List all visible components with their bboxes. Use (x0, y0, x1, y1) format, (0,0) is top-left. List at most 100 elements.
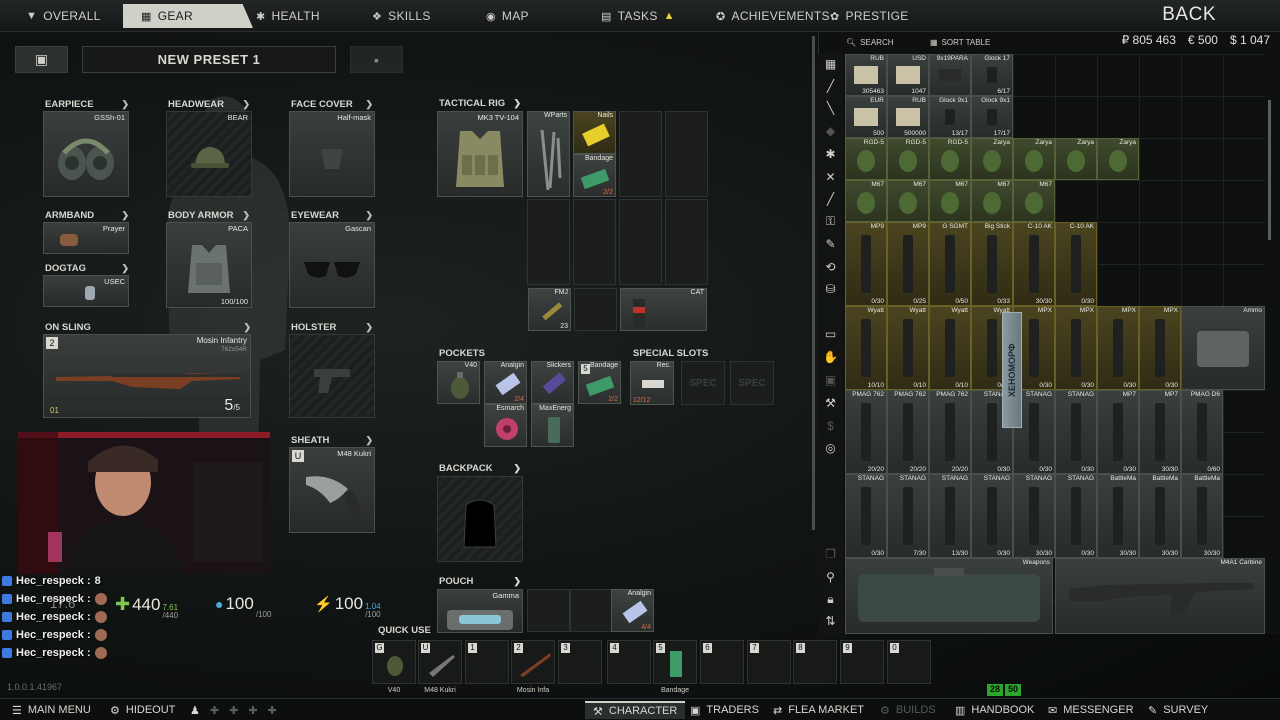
weapons-case[interactable]: Weapons (845, 558, 1053, 634)
stash-item[interactable]: Glock 9x1 13/17 (929, 96, 971, 138)
pouch-cell[interactable] (527, 589, 570, 632)
pin-icon[interactable]: ⚲ (822, 569, 839, 586)
filter-marked-icon[interactable]: ◎ (822, 440, 839, 457)
quick-use-slot[interactable]: 4 (607, 640, 651, 684)
stash-scrollbar[interactable] (1268, 100, 1271, 240)
sort-table-button[interactable]: ▦ SORT TABLE (930, 38, 990, 47)
stash-item[interactable]: MP7 0/30 (1097, 390, 1139, 474)
stash-item[interactable]: Zarya (1055, 138, 1097, 180)
stash-item[interactable]: MPX 0/30 (1097, 306, 1139, 390)
stash-item[interactable]: RGD-5 (929, 138, 971, 180)
m4a1-rifle[interactable]: M4A1 Carbine (1055, 558, 1265, 634)
sort-icon[interactable]: ⇅ (822, 613, 839, 630)
quick-use-slot[interactable]: 8 (793, 640, 837, 684)
stash-item[interactable]: M67 (971, 180, 1013, 222)
stash-item[interactable]: STANAG 13/30 (929, 474, 971, 558)
backpack-slot[interactable] (437, 476, 523, 562)
stash-item[interactable]: MP9 0/30 (845, 222, 887, 306)
rig-cell[interactable] (573, 199, 616, 285)
filter-tools-icon[interactable]: ✕ (822, 169, 839, 186)
stash-item[interactable]: Wyatt 10/10 (845, 306, 887, 390)
rig-cell[interactable] (574, 288, 617, 331)
pocket-item-analgin[interactable]: Analgin 2/4 (484, 361, 527, 404)
stash-item[interactable]: MP7 30/30 (1139, 390, 1181, 474)
filter-provisions-icon[interactable]: ▭ (822, 326, 839, 343)
copy-icon[interactable]: ❐ (822, 546, 839, 563)
main-menu-button[interactable]: ☰ MAIN MENU (12, 701, 91, 719)
filter-mods-icon[interactable]: ◆ (822, 123, 839, 140)
stash-item[interactable]: MPX 0/30 (1139, 306, 1181, 390)
tab-achievements[interactable]: ✪ ACHIEVEMENTS (716, 4, 830, 28)
stash-item[interactable]: BattleMa 30/30 (1181, 474, 1223, 558)
filter-quest-icon[interactable]: $ (822, 418, 839, 435)
stash-item[interactable]: RGD-5 (887, 138, 929, 180)
eyewear-slot[interactable]: Gascan (289, 222, 375, 308)
stash-item[interactable]: STANAG 30/30 (1013, 474, 1055, 558)
stash-item[interactable]: G SGMT 0/50 (929, 222, 971, 306)
stash-item[interactable]: STANAG 0/30 (845, 474, 887, 558)
stash-item[interactable]: PMAG 762 20/20 (845, 390, 887, 474)
pocket-item-esmarch[interactable]: Esmarch (484, 404, 527, 447)
tactical-rig-slot[interactable]: MK3 TV-104 (437, 111, 523, 197)
stash-item[interactable]: PMAG 762 20/20 (929, 390, 971, 474)
tab-map[interactable]: ◉ MAP (486, 4, 529, 28)
flea-market-button[interactable]: ⇄ FLEA MARKET (773, 701, 864, 719)
tab-prestige[interactable]: ✿ PRESTIGE (830, 4, 909, 28)
filter-knife-icon[interactable]: ╱ (822, 191, 839, 208)
stash-item[interactable]: RUB 500000 (887, 96, 929, 138)
quick-use-slot[interactable]: 2 Mosin Infa (511, 640, 555, 694)
handbook-button[interactable]: ▥ HANDBOOK (955, 701, 1034, 719)
pocket-item-bandage[interactable]: 5 Bandage 2/2 (578, 361, 621, 404)
rig-item-tourniquet[interactable]: CAT (620, 288, 707, 331)
stash-item[interactable]: 9x19PARA (929, 54, 971, 96)
rig-cell[interactable] (665, 199, 708, 285)
filter-keys-icon[interactable]: ⚿ (822, 213, 839, 230)
filter-info-icon[interactable]: ▣ (822, 372, 839, 389)
character-button[interactable]: ⚒ CHARACTER (585, 701, 686, 719)
stash-item[interactable]: RUB 305463 (845, 54, 887, 96)
stash-item[interactable]: STANAG 0/30 (1055, 390, 1097, 474)
stash-item[interactable]: M67 (887, 180, 929, 222)
stash-item[interactable]: C-10 AK 30/30 (1013, 222, 1055, 306)
quick-use-slot[interactable]: 3 (558, 640, 602, 684)
stash-item[interactable]: MP9 0/25 (887, 222, 929, 306)
tab-skills[interactable]: ❖ SKILLS (372, 4, 431, 28)
stash-item[interactable]: Wyatt 0/10 (929, 306, 971, 390)
special-slot-empty[interactable]: SPEC (730, 361, 774, 405)
rig-item-weapon-parts[interactable]: WParts (527, 111, 570, 197)
stash-item[interactable]: M67 (929, 180, 971, 222)
face-cover-slot[interactable]: Half-mask (289, 111, 375, 197)
quick-use-slot[interactable]: 7 (747, 640, 791, 684)
quick-use-slot[interactable]: 5 Bandage (653, 640, 697, 694)
filter-special-icon[interactable]: ✋ (822, 349, 839, 366)
tab-gear[interactable]: ▦ GEAR (123, 4, 253, 28)
back-button[interactable]: BACK (1162, 4, 1216, 26)
stash-item[interactable]: M67 (845, 180, 887, 222)
filter-misc-icon[interactable]: ⚒ (822, 395, 839, 412)
stash-item[interactable]: STANAG 7/30 (887, 474, 929, 558)
armband-slot[interactable]: Prayer (43, 222, 129, 254)
filter-medical-icon[interactable]: ✱ (822, 146, 839, 163)
stash-item[interactable]: RGD-5 (845, 138, 887, 180)
messenger-button[interactable]: ✉ MESSENGER (1048, 701, 1134, 719)
quick-use-slot[interactable]: G V40 (372, 640, 416, 694)
stash-item[interactable]: Glock 9x1 17/17 (971, 96, 1013, 138)
filter-barter-icon[interactable]: ⟲ (822, 259, 839, 276)
stash-item[interactable]: Big Stick 0/33 (971, 222, 1013, 306)
hideout-button[interactable]: ⚙ HIDEOUT (110, 701, 175, 719)
filter-all-icon[interactable]: ▦ (822, 56, 839, 73)
pocket-item-grenade[interactable]: V40 (437, 361, 480, 404)
quick-use-slot[interactable]: 0 (887, 640, 931, 684)
dogtag-slot[interactable]: USEC (43, 275, 129, 307)
stash-item[interactable]: MPX 0/30 (1055, 306, 1097, 390)
holster-slot[interactable] (289, 334, 375, 418)
filter-containers-icon[interactable]: ⛁ (822, 281, 839, 298)
tab-overall[interactable]: ▼ OVERALL (26, 4, 101, 28)
survey-button[interactable]: ✎ SURVEY (1148, 701, 1208, 719)
on-sling-slot[interactable]: 2 Mosin Infantry 762x54R 01 5/5 (43, 334, 251, 418)
rig-cell[interactable] (619, 111, 662, 197)
quick-use-slot[interactable]: 1 (465, 640, 509, 684)
quick-use-slot[interactable]: 6 (700, 640, 744, 684)
filter-ammo-icon[interactable]: ✎ (822, 236, 839, 253)
pouch-cell[interactable] (570, 589, 613, 632)
